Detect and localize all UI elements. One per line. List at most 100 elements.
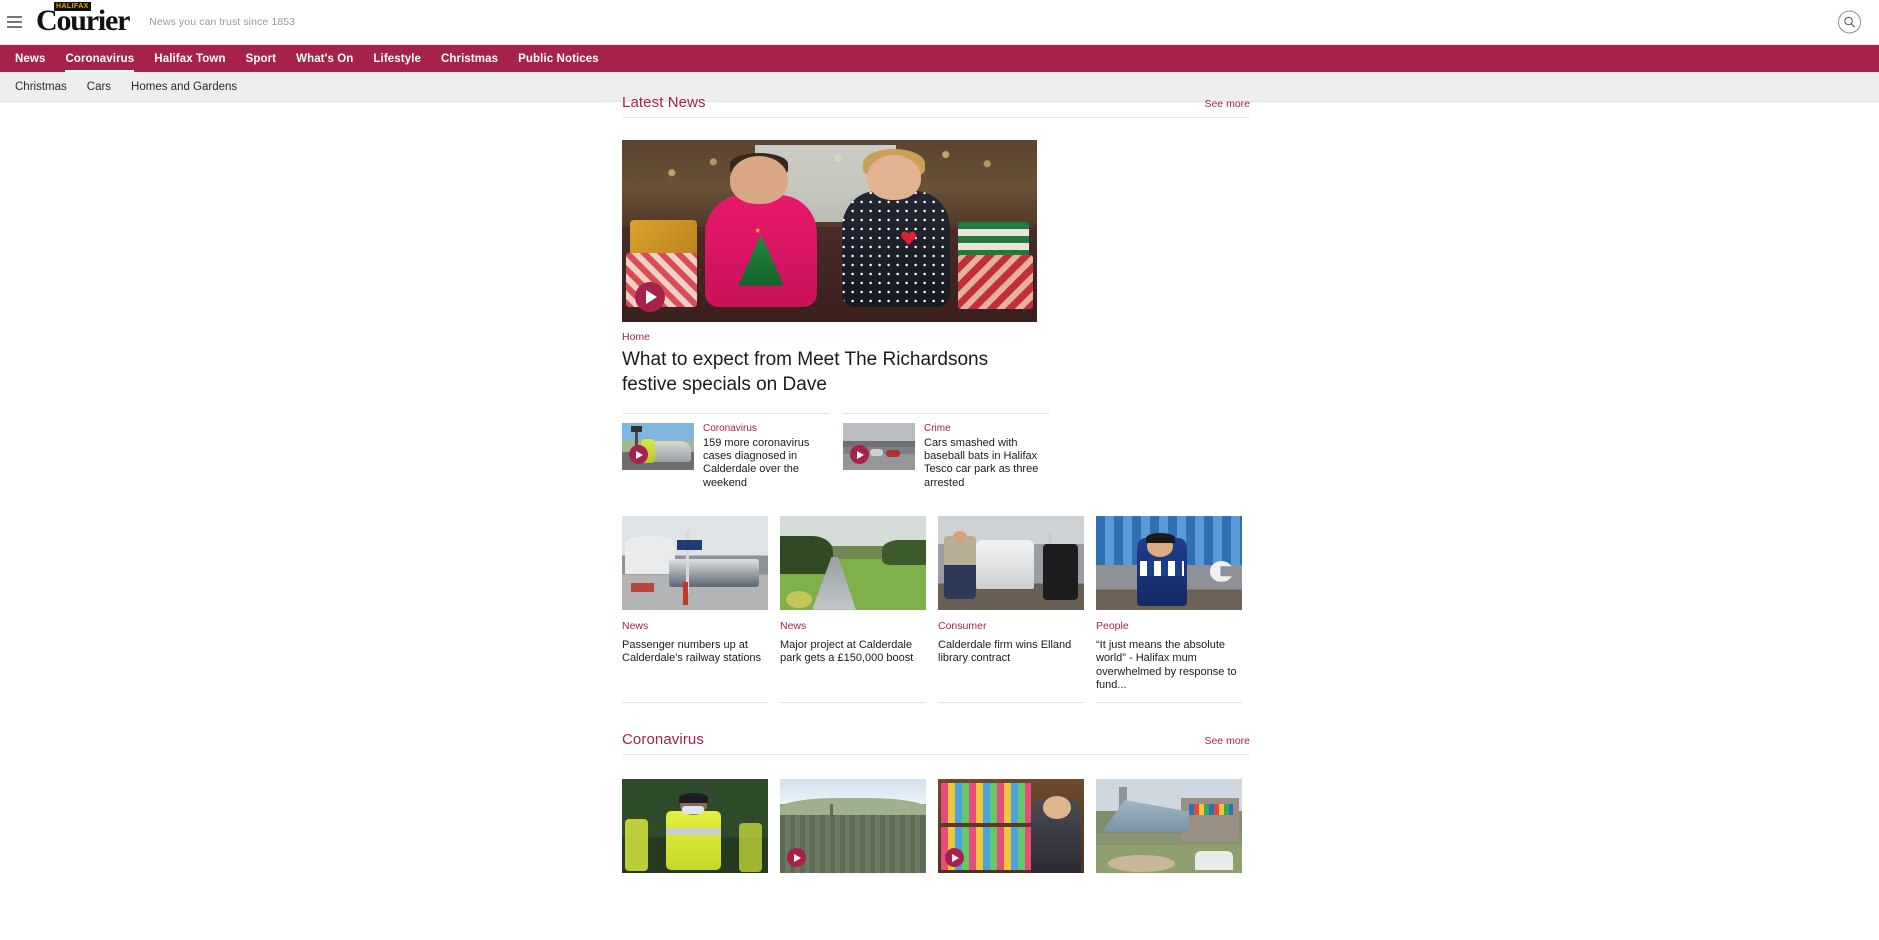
- photo-layer-path: [1107, 854, 1175, 872]
- photo-layer-marker: [683, 581, 689, 606]
- photo-layer-background: [622, 515, 768, 610]
- article-headline[interactable]: Passenger numbers up at Calderdale's rai…: [622, 639, 768, 666]
- article-headline[interactable]: 159 more coronavirus cases diagnosed in …: [703, 437, 829, 490]
- photo-layer-tent: [1195, 850, 1234, 870]
- photo-layer-car: [870, 449, 884, 457]
- article-kicker[interactable]: Consumer: [938, 620, 1084, 632]
- nav-item-coronavirus[interactable]: Coronavirus: [55, 45, 144, 72]
- nav-item-lifestyle[interactable]: Lifestyle: [363, 45, 431, 72]
- see-more-link-coronavirus[interactable]: See more: [1204, 735, 1250, 747]
- nav-item-halifax-town[interactable]: Halifax Town: [144, 45, 235, 72]
- site-logo[interactable]: HALIFAX Courier: [36, 0, 130, 45]
- article-text: Coronavirus 159 more coronavirus cases d…: [703, 423, 829, 490]
- article-card-image[interactable]: [938, 779, 1084, 874]
- photo-layer-person: [943, 536, 976, 599]
- photo-layer-worker: [1043, 544, 1079, 601]
- photo-layer-hat: [1145, 532, 1175, 544]
- article-card: [1096, 779, 1242, 883]
- nav-item-news[interactable]: News: [5, 45, 55, 72]
- article-card-image[interactable]: [1096, 779, 1242, 874]
- subnav-item-cars[interactable]: Cars: [77, 81, 121, 93]
- article-headline[interactable]: Major project at Calderdale park gets a …: [780, 639, 926, 666]
- coronavirus-card-row: [622, 779, 1250, 883]
- article-card: [780, 779, 926, 883]
- article-kicker[interactable]: News: [622, 620, 768, 632]
- article-card-image[interactable]: [1096, 515, 1242, 610]
- photo-layer-background: [780, 515, 926, 610]
- see-more-link-latest-news[interactable]: See more: [1204, 98, 1250, 110]
- photo-layer-person: [1043, 796, 1071, 819]
- play-icon[interactable]: [850, 445, 869, 464]
- article-thumbnail[interactable]: [843, 423, 915, 470]
- article-card: News Passenger numbers up at Calderdale'…: [622, 515, 768, 704]
- photo-layer-person: [729, 156, 788, 204]
- hamburger-line: [6, 26, 22, 28]
- search-icon[interactable]: [1838, 10, 1861, 34]
- nav-item-whats-on[interactable]: What's On: [286, 45, 363, 72]
- play-icon[interactable]: [635, 282, 665, 312]
- logo-graphic: HALIFAX Courier: [36, 0, 130, 37]
- article-headline[interactable]: “It just means the absolute world” - Hal…: [1096, 639, 1242, 693]
- article-kicker[interactable]: Coronavirus: [703, 423, 829, 435]
- article-card-image[interactable]: [780, 779, 926, 874]
- secondary-article-row: Coronavirus 159 more coronavirus cases d…: [622, 413, 1250, 490]
- section-title: Coronavirus: [622, 731, 704, 749]
- article-kicker[interactable]: Crime: [924, 423, 1050, 435]
- photo-layer-person: [866, 154, 921, 201]
- article-card-image[interactable]: [622, 515, 768, 610]
- photo-layer-car: [650, 440, 692, 463]
- photo-layer-cap: [678, 792, 709, 803]
- article-card: [622, 779, 768, 883]
- primary-navigation: News Coronavirus Halifax Town Sport What…: [0, 45, 1879, 72]
- article-headline[interactable]: Calderdale firm wins Elland library cont…: [938, 639, 1084, 666]
- article-headline[interactable]: Cars smashed with baseball bats in Halif…: [924, 437, 1050, 490]
- photo-layer-sign: [630, 425, 643, 432]
- photo-layer-background: [938, 515, 1084, 610]
- photo-layer-person: [841, 190, 950, 308]
- article-card-image[interactable]: [622, 779, 768, 874]
- hero-kicker[interactable]: Home: [622, 331, 1250, 343]
- photo-layer-building: [624, 536, 675, 575]
- hero-headline[interactable]: What to expect from Meet The Richardsons…: [622, 347, 1022, 397]
- section-header-latest-news: Latest News See more: [622, 94, 1250, 118]
- article-kicker[interactable]: People: [1096, 620, 1242, 632]
- photo-layer-sign: [677, 540, 703, 550]
- article-item: Crime Cars smashed with baseball bats in…: [843, 413, 1050, 490]
- article-card-image[interactable]: [780, 515, 926, 610]
- hero-article-image[interactable]: [622, 140, 1037, 322]
- photo-layer-car: [886, 450, 900, 458]
- article-card: People “It just means the absolute world…: [1096, 515, 1242, 704]
- subnav-item-homes-and-gardens[interactable]: Homes and Gardens: [121, 81, 247, 93]
- photo-layer-flowers: [785, 591, 813, 608]
- section-header-coronavirus: Coronavirus See more: [622, 731, 1250, 756]
- photo-layer-scarf: [1139, 560, 1184, 576]
- article-card: News Major project at Calderdale park ge…: [780, 515, 926, 704]
- article-card-image[interactable]: [938, 515, 1084, 610]
- photo-layer-train: [668, 559, 760, 588]
- photo-layer-background: [622, 779, 768, 874]
- hamburger-line: [6, 16, 22, 18]
- subnav-item-christmas[interactable]: Christmas: [5, 81, 77, 93]
- content-column: Latest News See more Home What to expect…: [622, 94, 1250, 883]
- nav-item-public-notices[interactable]: Public Notices: [508, 45, 609, 72]
- hamburger-menu-icon[interactable]: [2, 0, 26, 45]
- nav-item-christmas[interactable]: Christmas: [431, 45, 508, 72]
- photo-layer-person: [952, 530, 968, 544]
- hero-photo: [622, 140, 1037, 322]
- photo-layer-trees: [780, 536, 833, 575]
- site-tagline: News you can trust since 1853: [149, 16, 296, 28]
- article-thumbnail[interactable]: [622, 423, 694, 470]
- masthead: HALIFAX Courier News you can trust since…: [0, 0, 1879, 45]
- photo-layer-roof: [1101, 800, 1190, 833]
- photo-layer-bench: [630, 583, 655, 592]
- article-card: [938, 779, 1084, 883]
- photo-layer-person: [738, 822, 763, 872]
- play-icon[interactable]: [629, 445, 648, 464]
- article-kicker[interactable]: News: [780, 620, 926, 632]
- photo-layer-background: [1096, 515, 1242, 610]
- photo-layer-background: [1096, 779, 1242, 874]
- article-card: Consumer Calderdale firm wins Elland lib…: [938, 515, 1084, 704]
- photo-layer-letter: [1209, 560, 1234, 582]
- nav-item-sport[interactable]: Sport: [236, 45, 287, 72]
- article-text: Crime Cars smashed with baseball bats in…: [924, 423, 1050, 490]
